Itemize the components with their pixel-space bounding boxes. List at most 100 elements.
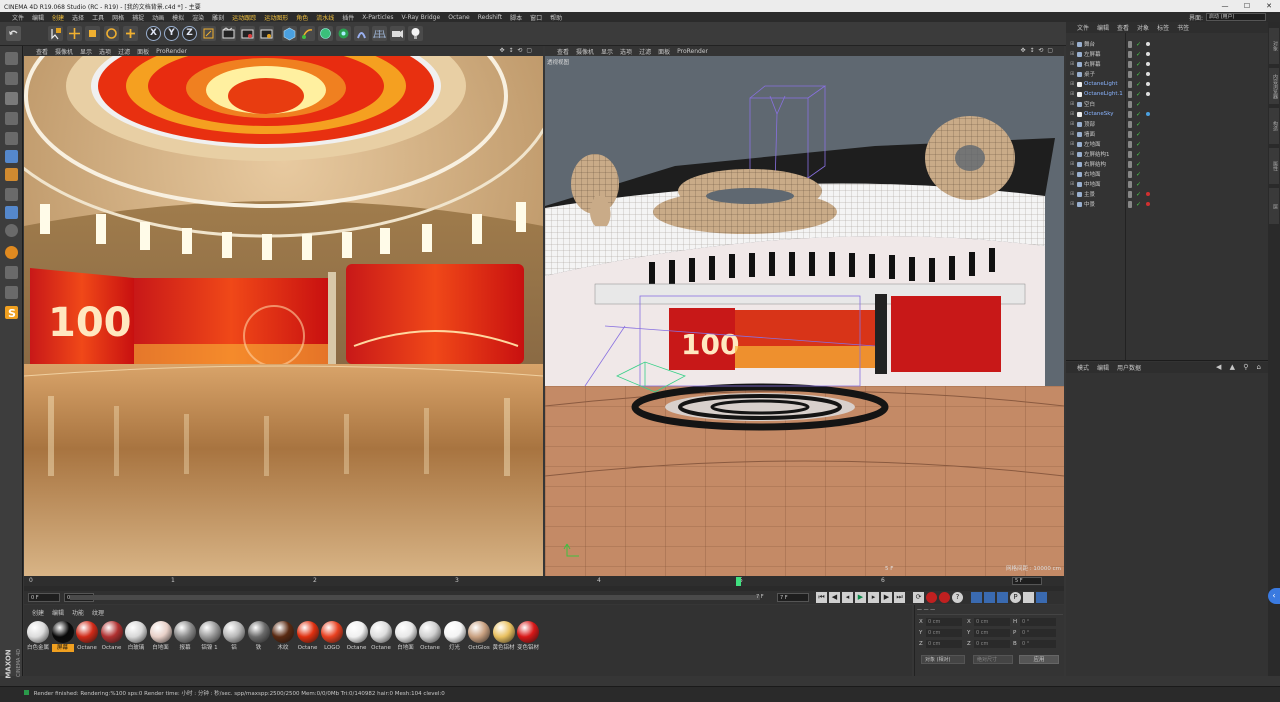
octane-live-viewer-icon[interactable] bbox=[5, 246, 18, 259]
visibility-toggle-icon[interactable] bbox=[1128, 140, 1132, 148]
enabled-check-icon[interactable]: ✓ bbox=[1136, 171, 1141, 178]
visibility-toggle-icon[interactable] bbox=[1128, 60, 1132, 68]
visibility-toggle-icon[interactable] bbox=[1128, 90, 1132, 98]
material-menu-item[interactable]: 创建 bbox=[32, 608, 44, 617]
render-view-icon[interactable] bbox=[240, 26, 255, 41]
loop-icon[interactable]: ⟳ bbox=[913, 592, 924, 603]
material-swatch[interactable]: 灯光 bbox=[443, 621, 466, 652]
object-menu-item[interactable]: 查看 bbox=[1117, 23, 1129, 32]
visibility-toggle-icon[interactable] bbox=[1128, 150, 1132, 158]
visibility-toggle-icon[interactable] bbox=[1128, 120, 1132, 128]
material-swatch[interactable]: 黄色铝材 bbox=[492, 621, 515, 652]
expand-icon[interactable]: ⊞ bbox=[1070, 191, 1074, 197]
expand-icon[interactable]: ⊞ bbox=[1070, 171, 1074, 177]
visibility-toggle-icon[interactable] bbox=[1128, 200, 1132, 208]
tag-icon[interactable] bbox=[1146, 62, 1150, 66]
visibility-toggle-icon[interactable] bbox=[1128, 100, 1132, 108]
object-row[interactable]: ⊞ 顶部 ✓ bbox=[1066, 119, 1268, 129]
timeline-end-field[interactable]: 5 F bbox=[1012, 577, 1042, 585]
render-settings-icon[interactable] bbox=[259, 26, 274, 41]
expand-icon[interactable]: ⊞ bbox=[1070, 131, 1074, 137]
coord-value-field[interactable]: 0 cm bbox=[926, 618, 962, 626]
viewport-menu-item[interactable]: 查看 bbox=[36, 47, 48, 56]
expand-icon[interactable]: ⊞ bbox=[1070, 81, 1074, 87]
record-key-icon[interactable] bbox=[926, 592, 937, 603]
camera-icon[interactable] bbox=[390, 26, 405, 41]
scale-key-icon[interactable] bbox=[984, 592, 995, 603]
object-row[interactable]: ⊞ 中地面 ✓ bbox=[1066, 179, 1268, 189]
object-row[interactable]: ⊞ 空白 ✓ bbox=[1066, 99, 1268, 109]
menu-5[interactable]: 网格 bbox=[112, 13, 124, 22]
playhead-marker[interactable] bbox=[736, 577, 741, 586]
material-swatch[interactable]: 木纹 bbox=[272, 621, 294, 652]
pen-spline-icon[interactable] bbox=[300, 26, 315, 41]
side-tab[interactable]: 构造 bbox=[1269, 108, 1279, 144]
viewport-menu-item[interactable]: ProRender bbox=[677, 48, 708, 55]
undo-icon[interactable] bbox=[6, 26, 21, 41]
menu-13[interactable]: 角色 bbox=[296, 13, 308, 22]
material-menu-item[interactable]: 编辑 bbox=[52, 608, 64, 617]
lock-workplane-icon[interactable] bbox=[5, 266, 18, 279]
scale-icon[interactable] bbox=[85, 26, 100, 41]
side-tab[interactable]: 属性 bbox=[1269, 148, 1279, 184]
enabled-check-icon[interactable]: ✓ bbox=[1136, 121, 1141, 128]
object-row[interactable]: ⊞ 右屏结构 ✓ bbox=[1066, 159, 1268, 169]
cloner-icon[interactable] bbox=[336, 26, 351, 41]
previous-key-icon[interactable]: ◀ bbox=[829, 592, 840, 603]
tweak-icon[interactable] bbox=[5, 206, 18, 219]
tag-icon[interactable] bbox=[1146, 42, 1150, 46]
play-icon[interactable]: ▶ bbox=[855, 592, 866, 603]
enabled-check-icon[interactable]: ✓ bbox=[1136, 101, 1141, 108]
tag-icon[interactable] bbox=[1146, 72, 1150, 76]
enabled-check-icon[interactable]: ✓ bbox=[1136, 71, 1141, 78]
menu-10[interactable]: 雕刻 bbox=[212, 13, 224, 22]
enabled-check-icon[interactable]: ✓ bbox=[1136, 51, 1141, 58]
enabled-check-icon[interactable]: ✓ bbox=[1136, 161, 1141, 168]
material-swatch[interactable]: 报幕 bbox=[174, 621, 196, 652]
object-row[interactable]: ⊞ 左屏幕 ✓ bbox=[1066, 49, 1268, 59]
viewport-menu-item[interactable]: 摄像机 bbox=[576, 47, 594, 56]
perspective-viewport[interactable]: 查看 摄像机 显示 选项 过滤 面板 ProRender ✥ ↕ ⟲ ▢ 100… bbox=[545, 46, 1064, 576]
object-row[interactable]: ⊞ 桌子 ✓ bbox=[1066, 69, 1268, 79]
coord-value-field[interactable]: 0 cm bbox=[974, 629, 1010, 637]
coord-value-field[interactable]: 0 ° bbox=[1020, 629, 1056, 637]
visibility-toggle-icon[interactable] bbox=[1128, 50, 1132, 58]
coord-value-field[interactable]: 0 ° bbox=[1020, 618, 1056, 626]
snap-icon[interactable] bbox=[5, 224, 18, 237]
visibility-toggle-icon[interactable] bbox=[1128, 130, 1132, 138]
object-row[interactable]: ⊞ 右屏幕 ✓ bbox=[1066, 59, 1268, 69]
close-button[interactable]: ✕ bbox=[1258, 0, 1280, 12]
deformer-icon[interactable] bbox=[354, 26, 369, 41]
expand-icon[interactable]: ⊞ bbox=[1070, 141, 1074, 147]
rotate-icon[interactable] bbox=[104, 26, 119, 41]
menu-17[interactable]: V-Ray Bridge bbox=[402, 14, 441, 21]
visibility-toggle-icon[interactable] bbox=[1128, 80, 1132, 88]
coordinate-system-icon[interactable] bbox=[201, 26, 216, 41]
expand-icon[interactable]: ⊞ bbox=[1070, 121, 1074, 127]
parameter-key-icon[interactable]: P bbox=[1010, 592, 1021, 603]
menu-21[interactable]: 窗口 bbox=[530, 13, 542, 22]
material-swatch[interactable]: 铝镍 1 bbox=[198, 621, 221, 652]
coord-value-field[interactable]: 0 ° bbox=[1020, 640, 1056, 648]
viewport-menu-item[interactable]: 显示 bbox=[601, 47, 613, 56]
viewport-menu-item[interactable]: 面板 bbox=[658, 47, 670, 56]
viewport-menu-item[interactable]: 选项 bbox=[620, 47, 632, 56]
expand-icon[interactable]: ⊞ bbox=[1070, 101, 1074, 107]
coord-value-field[interactable]: 0 cm bbox=[974, 640, 1010, 648]
object-row[interactable]: ⊞ 左屏结构1 ✓ bbox=[1066, 149, 1268, 159]
menu-9[interactable]: 渲染 bbox=[192, 13, 204, 22]
enabled-check-icon[interactable]: ✓ bbox=[1136, 191, 1141, 198]
menu-7[interactable]: 动画 bbox=[152, 13, 164, 22]
timeline-ruler[interactable]: 01234567 5 F bbox=[24, 576, 1064, 586]
object-menu-item[interactable]: 书签 bbox=[1177, 23, 1189, 32]
render-region-icon[interactable] bbox=[221, 26, 236, 41]
material-swatch[interactable]: Octane bbox=[76, 621, 98, 652]
material-swatch[interactable]: OctGlos bbox=[468, 621, 490, 652]
expand-icon[interactable]: ⊞ bbox=[1070, 151, 1074, 157]
tag-icon[interactable] bbox=[1146, 202, 1150, 206]
menu-22[interactable]: 帮助 bbox=[550, 13, 562, 22]
next-key-icon[interactable]: ▶ bbox=[881, 592, 892, 603]
y-axis-lock-button[interactable]: Y bbox=[164, 26, 179, 41]
workplane-icon[interactable] bbox=[5, 112, 18, 125]
maximize-button[interactable]: ☐ bbox=[1236, 0, 1258, 12]
